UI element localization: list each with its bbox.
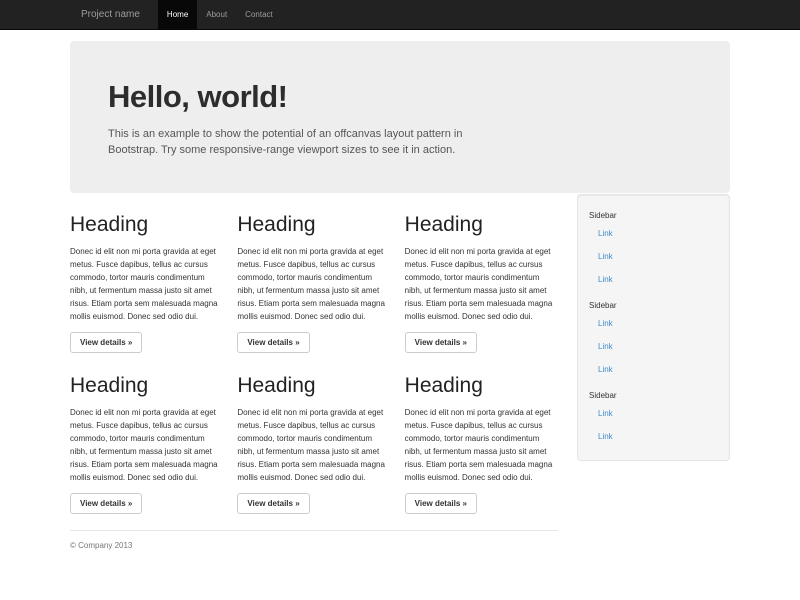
card-heading: Heading: [405, 374, 558, 398]
feature-card: Heading Donec id elit non mi porta gravi…: [70, 371, 223, 514]
view-details-button[interactable]: View details »: [70, 493, 142, 514]
feature-card: Heading Donec id elit non mi porta gravi…: [405, 371, 558, 514]
view-details-button[interactable]: View details »: [405, 493, 477, 514]
sidebar-link[interactable]: Link: [588, 222, 719, 245]
sidebar-group-3: Sidebar Link Link: [588, 391, 719, 448]
sidebar-link[interactable]: Link: [588, 425, 719, 448]
sidebar-group-label: Sidebar: [589, 391, 719, 400]
view-details-button[interactable]: View details »: [237, 493, 309, 514]
view-details-button[interactable]: View details »: [237, 332, 309, 353]
brand-link[interactable]: Project name: [70, 0, 151, 30]
card-heading: Heading: [237, 213, 390, 237]
card-heading: Heading: [237, 374, 390, 398]
jumbotron-text: This is an example to show the potential…: [108, 126, 508, 158]
feature-card: Heading Donec id elit non mi porta gravi…: [70, 210, 223, 353]
sidebar-group-1: Sidebar Link Link Link: [588, 211, 719, 291]
cards-row-2: Heading Donec id elit non mi porta gravi…: [70, 371, 558, 514]
nav-link-home[interactable]: Home: [158, 0, 197, 30]
card-text: Donec id elit non mi porta gravida at eg…: [237, 245, 390, 323]
nav-item-contact[interactable]: Contact: [236, 0, 282, 30]
card-text: Donec id elit non mi porta gravida at eg…: [70, 245, 223, 323]
sidebar-link[interactable]: Link: [588, 245, 719, 268]
card-text: Donec id elit non mi porta gravida at eg…: [237, 406, 390, 484]
sidebar-link[interactable]: Link: [588, 335, 719, 358]
jumbotron: Hello, world! This is an example to show…: [70, 41, 730, 193]
feature-card: Heading Donec id elit non mi porta gravi…: [405, 210, 558, 353]
jumbotron-title: Hello, world!: [108, 79, 692, 115]
top-navbar: Project name Home About Contact: [0, 0, 800, 30]
nav-link-contact[interactable]: Contact: [236, 0, 282, 30]
card-heading: Heading: [70, 374, 223, 398]
nav-link-about[interactable]: About: [197, 0, 236, 30]
sidebar-link[interactable]: Link: [588, 312, 719, 335]
nav-item-home[interactable]: Home: [158, 0, 197, 30]
nav-item-about[interactable]: About: [197, 0, 236, 30]
card-heading: Heading: [70, 213, 223, 237]
sidebar-group-label: Sidebar: [589, 301, 719, 310]
navbar-menu: Home About Contact: [158, 0, 282, 30]
card-text: Donec id elit non mi porta gravida at eg…: [405, 406, 558, 484]
sidebar-link[interactable]: Link: [588, 402, 719, 425]
sidebar-group-label: Sidebar: [589, 211, 719, 220]
view-details-button[interactable]: View details »: [70, 332, 142, 353]
feature-card: Heading Donec id elit non mi porta gravi…: [237, 371, 390, 514]
footer: © Company 2013: [70, 530, 558, 550]
sidebar-link[interactable]: Link: [588, 358, 719, 381]
card-text: Donec id elit non mi porta gravida at eg…: [70, 406, 223, 484]
main-content: Heading Donec id elit non mi porta gravi…: [70, 193, 558, 550]
card-heading: Heading: [405, 213, 558, 237]
sidebar-link[interactable]: Link: [588, 268, 719, 291]
card-text: Donec id elit non mi porta gravida at eg…: [405, 245, 558, 323]
sidebar-group-2: Sidebar Link Link Link: [588, 301, 719, 381]
feature-card: Heading Donec id elit non mi porta gravi…: [237, 210, 390, 353]
copyright-text: © Company 2013: [70, 541, 558, 550]
cards-row-1: Heading Donec id elit non mi porta gravi…: [70, 210, 558, 353]
sidebar-panel: Sidebar Link Link Link Sidebar Link Link…: [577, 194, 730, 461]
view-details-button[interactable]: View details »: [405, 332, 477, 353]
